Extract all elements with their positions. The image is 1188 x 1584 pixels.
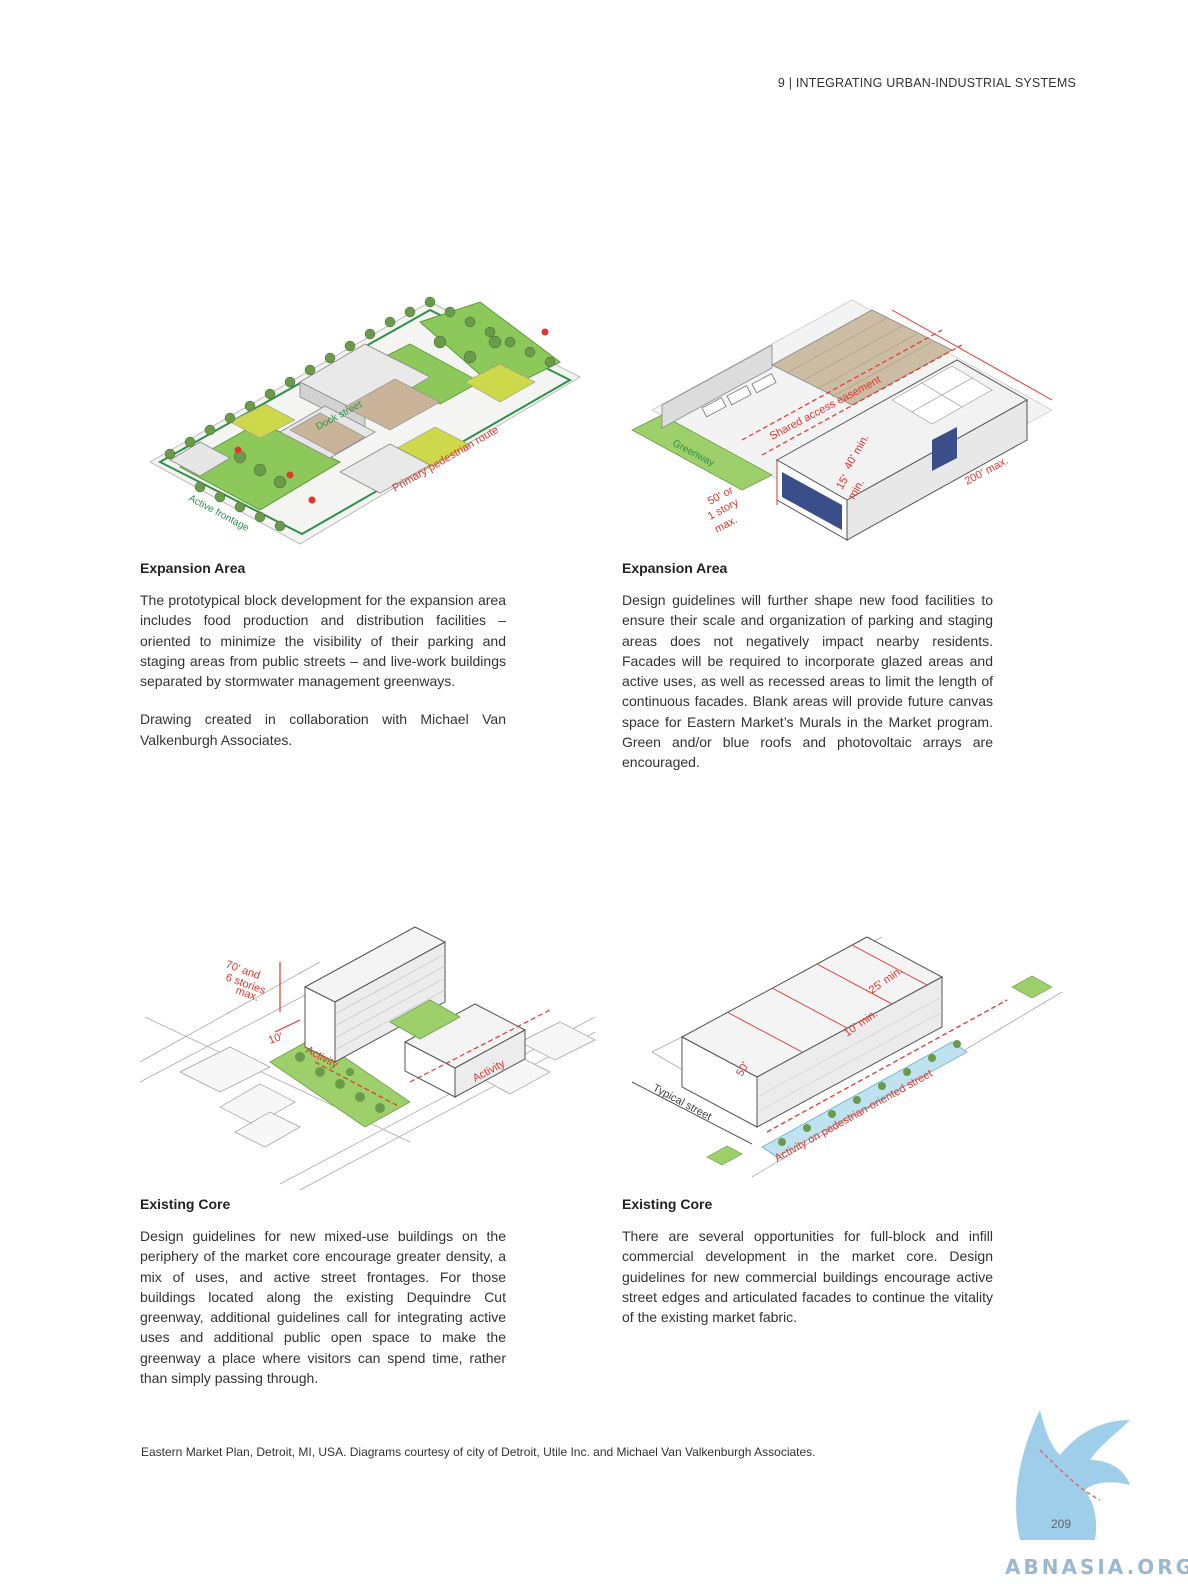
caption-paragraph: Design guidelines will further shape new… (622, 592, 993, 771)
caption-heading: Existing Core (140, 1196, 231, 1212)
caption-paragraph: There are several opportunities for full… (622, 1228, 993, 1326)
figure-expansion-block-plan: Active frontage Primary pedestrian route… (140, 282, 590, 554)
figure-core-mixed-use: 70' and 6 stories max. 10' Activity Acti… (140, 922, 600, 1192)
caption-core-right: Existing Core There are several opportun… (622, 1196, 993, 1345)
caption-heading: Existing Core (622, 1196, 713, 1212)
caption-expansion-right: Expansion Area Design guidelines will fu… (622, 560, 993, 791)
caption-heading: Expansion Area (140, 560, 246, 576)
running-head: 9 | INTEGRATING URBAN-INDUSTRIAL SYSTEMS (777, 76, 1076, 90)
page-number: 209 (1051, 1517, 1072, 1531)
caption-paragraph: Design guidelines for new mixed-use buil… (140, 1228, 506, 1387)
caption-paragraph: The prototypical block development for t… (140, 592, 506, 690)
caption-paragraph: Drawing created in collaboration with Mi… (140, 711, 506, 748)
caption-expansion-left: Expansion Area The prototypical block de… (140, 560, 506, 768)
figure-credit: Eastern Market Plan, Detroit, MI, USA. D… (141, 1445, 816, 1459)
figure-expansion-food-facility: Shared access easement Greenway 50' or 1… (622, 290, 1062, 554)
figure-core-commercial: Typical street Activity on pedestrian-or… (622, 932, 1067, 1184)
caption-core-left: Existing Core Design guidelines for new … (140, 1196, 506, 1406)
caption-heading: Expansion Area (622, 560, 728, 576)
watermark-text: ABNASIA.ORG (1005, 1555, 1188, 1579)
label-10: 10' (267, 1031, 285, 1047)
